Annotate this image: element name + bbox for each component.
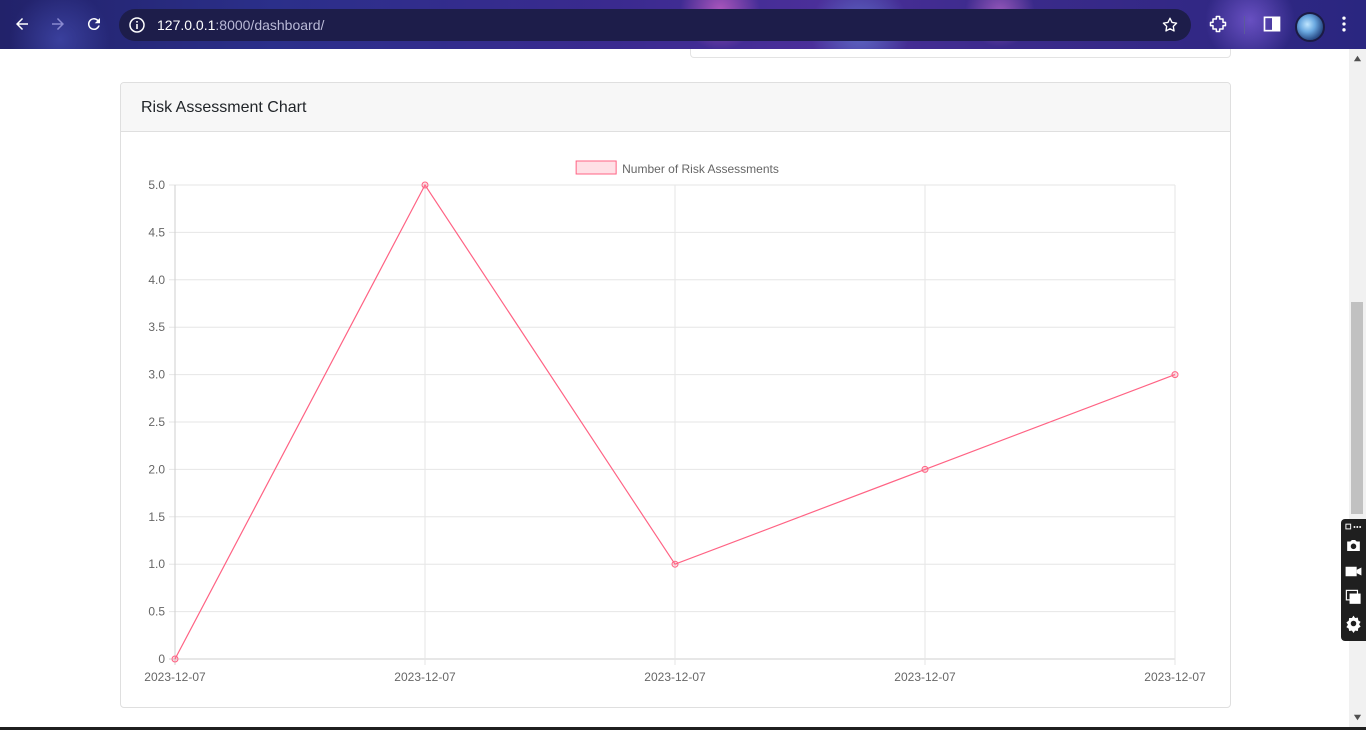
data-point [921,465,929,473]
capture-toolbar [1341,519,1366,641]
y-tick-label: 2.0 [148,462,165,476]
extensions-icon[interactable] [1208,14,1228,34]
window-icon[interactable] [1344,588,1363,607]
y-tick-label: 0.5 [148,605,165,619]
toolbar-divider [1244,16,1245,34]
x-tick-label: 2023-12-07 [894,670,956,684]
y-tick-label: 3.5 [148,320,165,334]
y-tick-label: 1.0 [148,557,165,571]
browser-toolbar: 127.0.0.1:8000/dashboard/ [0,0,1366,49]
x-tick-label: 2023-12-07 [144,670,206,684]
side-panel-icon[interactable] [1262,14,1282,34]
page-viewport: Risk Assessment Chart 0 0.5 1.0 1.5 2.0 2.5 3.… [0,49,1366,727]
camera-icon[interactable] [1344,536,1363,555]
x-tick-label: 2023-12-07 [394,670,456,684]
back-button[interactable] [10,12,34,36]
scroll-up-arrow-icon[interactable] [1353,54,1362,63]
video-icon[interactable] [1344,562,1363,581]
x-tick-label: 2023-12-07 [644,670,706,684]
url-text[interactable]: 127.0.0.1:8000/dashboard/ [157,17,324,33]
data-point [671,560,679,568]
forward-icon [52,18,64,30]
y-tick-label: 2.5 [148,415,165,429]
url-host: 127.0.0.1 [157,17,216,33]
y-tick-label: 3.0 [148,368,165,382]
scrollbar-thumb[interactable] [1351,302,1363,514]
address-bar[interactable]: 127.0.0.1:8000/dashboard/ [119,9,1191,41]
forward-button[interactable] [46,12,70,36]
x-tick-label: 2023-12-07 [1144,670,1206,684]
url-path: :8000/dashboard/ [215,17,325,33]
reload-icon [87,18,100,31]
profile-avatar[interactable] [1295,12,1325,42]
settings-gear-icon[interactable] [1344,614,1363,633]
previous-card-bottom [690,49,1231,58]
legend-swatch [575,160,617,175]
y-tick-label: 1.5 [148,510,165,524]
site-info-icon[interactable] [129,17,145,33]
risk-assessment-card: Risk Assessment Chart 0 0.5 1.0 1.5 2.0 2.5 3.… [120,82,1231,708]
risk-assessment-line-chart: 0 0.5 1.0 1.5 2.0 2.5 3.0 3.5 4.0 4.5 5.0 2023-12-0… [144,160,1206,684]
scroll-down-arrow-icon[interactable] [1353,713,1362,722]
y-tick-label: 0 [158,652,165,666]
y-tick-label: 4.5 [148,225,165,239]
data-point [1171,371,1179,379]
capture-menu-icon[interactable] [1344,521,1363,533]
data-point [421,181,429,189]
reload-button[interactable] [82,12,106,36]
menu-kebab-icon[interactable] [1334,14,1354,34]
data-point [171,655,179,663]
back-icon [16,18,28,30]
y-tick-label: 5.0 [148,178,165,192]
legend-label: Number of Risk Assessments [622,162,779,176]
y-tick-label: 4.0 [148,273,165,287]
bookmark-star-icon[interactable] [1161,16,1179,34]
